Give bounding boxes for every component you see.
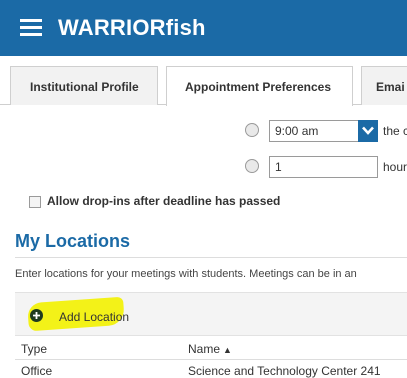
deadline-time-value: 9:00 am	[275, 124, 319, 138]
deadline-hours-input[interactable]: 1	[269, 156, 378, 178]
column-header-type[interactable]: Type	[21, 342, 47, 356]
section-title: My Locations	[15, 231, 131, 251]
tab-institutional-profile[interactable]: Institutional Profile	[10, 66, 158, 105]
tab-appointment-preferences[interactable]: Appointment Preferences	[166, 66, 353, 106]
sort-ascending-icon: ▲	[223, 345, 232, 355]
deadline-time-radio[interactable]	[245, 123, 259, 137]
hamburger-menu-icon[interactable]	[20, 18, 42, 38]
plus-circle-icon[interactable]	[30, 309, 43, 327]
chevron-down-icon[interactable]	[358, 120, 378, 142]
tab-email[interactable]: Emai	[361, 66, 407, 105]
allow-dropins-checkbox[interactable]	[29, 196, 41, 208]
app-title[interactable]: WARRIORfish	[58, 15, 206, 41]
deadline-time-select[interactable]: 9:00 am	[269, 120, 378, 142]
section-divider	[15, 257, 407, 258]
column-header-name-label: Name	[188, 342, 221, 356]
table-divider	[15, 359, 407, 360]
allow-dropins-label: Allow drop-ins after deadline has passed	[47, 194, 281, 208]
column-header-name[interactable]: Name ▲	[188, 342, 232, 356]
locations-intro: Enter locations for your meetings with s…	[15, 268, 357, 280]
deadline-hours-radio[interactable]	[245, 159, 259, 173]
table-cell-type: Office	[21, 364, 53, 378]
deadline-time-suffix: the c	[383, 124, 407, 138]
deadline-hours-suffix: hour	[383, 160, 407, 174]
top-app-bar: WARRIORfish	[0, 0, 407, 56]
add-location-button[interactable]: Add Location	[59, 310, 129, 324]
table-cell-name[interactable]: Science and Technology Center 241	[188, 364, 381, 378]
